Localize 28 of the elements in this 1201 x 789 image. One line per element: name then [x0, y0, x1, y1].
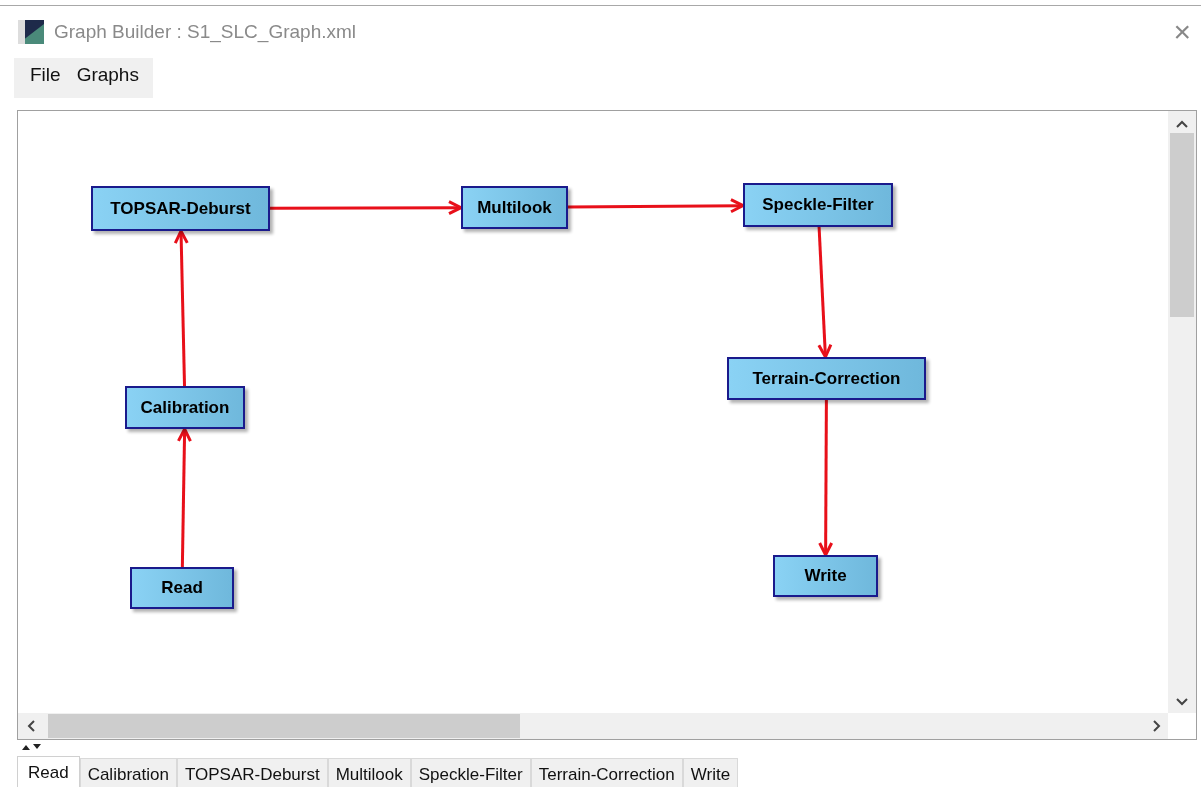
- graph-node[interactable]: Read: [130, 567, 234, 609]
- scroll-thumb[interactable]: [1170, 133, 1194, 317]
- tab[interactable]: Terrain-Correction: [530, 758, 683, 787]
- graph-node[interactable]: Calibration: [125, 386, 245, 429]
- tab[interactable]: Write: [682, 758, 739, 787]
- scroll-down-icon[interactable]: [1175, 697, 1189, 707]
- scroll-left-icon[interactable]: [26, 719, 36, 733]
- graph-node[interactable]: Multilook: [461, 186, 568, 229]
- graph-node[interactable]: TOPSAR-Deburst: [91, 186, 270, 231]
- split-arrows-icon[interactable]: [21, 743, 43, 751]
- tab[interactable]: Speckle-Filter: [410, 758, 531, 787]
- menu-item[interactable]: File: [22, 58, 69, 98]
- tab[interactable]: Read: [17, 756, 80, 787]
- tab[interactable]: Calibration: [79, 758, 177, 787]
- scroll-right-icon[interactable]: [1152, 719, 1162, 733]
- scroll-up-icon[interactable]: [1175, 119, 1189, 129]
- close-button[interactable]: ×: [1173, 17, 1191, 47]
- graph-node[interactable]: Terrain-Correction: [727, 357, 926, 400]
- tab[interactable]: TOPSAR-Deburst: [176, 758, 328, 787]
- window-title: Graph Builder : S1_SLC_Graph.xml: [54, 21, 358, 43]
- scroll-thumb[interactable]: [48, 714, 520, 738]
- app-logo-icon: [18, 20, 44, 44]
- menu-item[interactable]: Graphs: [68, 58, 147, 98]
- graph-node[interactable]: Write: [773, 555, 878, 597]
- vertical-scrollbar[interactable]: [1168, 111, 1196, 713]
- horizontal-scrollbar[interactable]: [18, 713, 1168, 739]
- tab[interactable]: Multilook: [327, 758, 411, 787]
- graph-node[interactable]: Speckle-Filter: [743, 183, 893, 227]
